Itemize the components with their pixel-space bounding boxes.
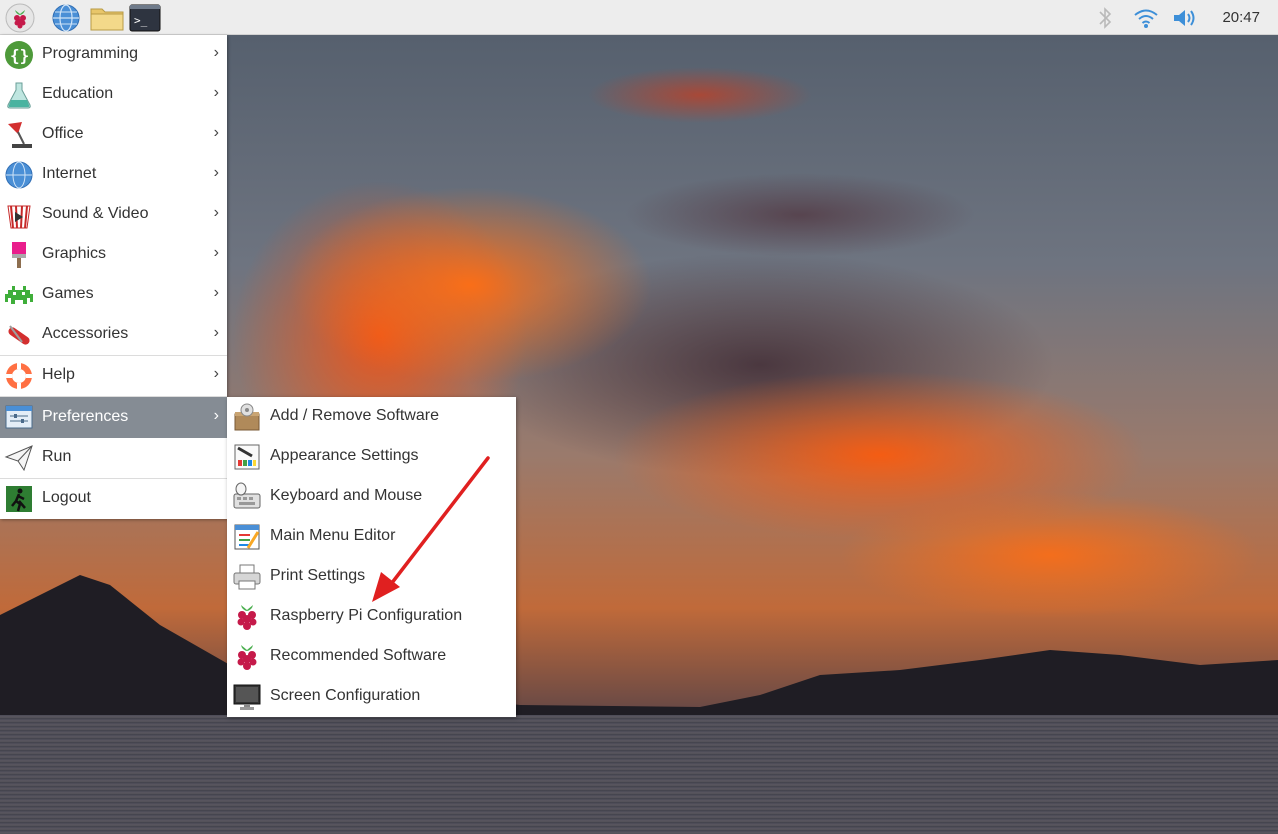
menu-item-label: Office <box>42 125 84 142</box>
submenu-item-label: Add / Remove Software <box>270 407 439 424</box>
menu-editor-icon <box>232 522 262 552</box>
terminal-icon[interactable]: >_ <box>129 3 161 33</box>
chevron-right-icon: › <box>213 324 219 341</box>
clock[interactable]: 20:47 <box>1222 9 1260 26</box>
chevron-right-icon: › <box>213 365 219 382</box>
menu-item-label: Programming <box>42 45 139 62</box>
submenu-item-label: Recommended Software <box>270 647 447 664</box>
menu-item-label: Accessories <box>42 325 129 342</box>
programming-icon: {} <box>4 40 34 70</box>
education-icon <box>4 80 34 110</box>
menu-item-help[interactable]: Help › <box>0 356 227 396</box>
menu-item-graphics[interactable]: Graphics › <box>0 235 227 275</box>
mountains-silhouette <box>0 575 1278 725</box>
menu-item-internet[interactable]: Internet › <box>0 155 227 195</box>
menu-item-logout[interactable]: Logout <box>0 479 227 519</box>
submenu-item-label: Screen Configuration <box>270 687 421 704</box>
games-icon <box>4 280 34 310</box>
web-browser-icon[interactable] <box>51 3 81 33</box>
internet-icon <box>4 160 34 190</box>
taskbar: >_ 20:47 <box>0 0 1278 35</box>
menu-item-run[interactable]: Run <box>0 438 227 479</box>
chevron-right-icon: › <box>213 84 219 101</box>
package-icon <box>232 402 262 432</box>
menu-item-label: Education <box>42 85 114 102</box>
annotation-arrow <box>372 456 490 602</box>
chevron-right-icon: › <box>213 44 219 61</box>
appearance-icon <box>232 442 262 472</box>
chevron-right-icon: › <box>213 164 219 181</box>
keyboard-mouse-icon <box>232 482 262 512</box>
menu-item-label: Games <box>42 285 94 302</box>
monitor-icon <box>232 682 262 712</box>
raspberry-icon <box>232 602 262 632</box>
menu-item-label: Sound & Video <box>42 205 149 222</box>
chevron-right-icon: › <box>213 204 219 221</box>
main-menu: {} Programming › Education › Office › In… <box>0 35 227 519</box>
svg-text:>_: >_ <box>134 14 148 27</box>
menu-item-education[interactable]: Education › <box>0 75 227 115</box>
menu-item-accessories[interactable]: Accessories › <box>0 315 227 355</box>
menu-item-label: Internet <box>42 165 97 182</box>
chevron-right-icon: › <box>213 407 219 424</box>
raspberry-icon <box>232 642 262 672</box>
volume-icon[interactable] <box>1172 6 1200 35</box>
wifi-icon[interactable] <box>1132 6 1160 35</box>
menu-item-label: Help <box>42 366 75 383</box>
menu-item-label: Run <box>42 448 72 465</box>
menu-item-label: Logout <box>42 489 91 506</box>
menu-item-games[interactable]: Games › <box>0 275 227 315</box>
submenu-item-recommended-software[interactable]: Recommended Software <box>227 637 516 677</box>
preferences-icon <box>4 402 34 432</box>
help-icon <box>4 361 34 391</box>
bluetooth-icon[interactable] <box>1096 6 1114 35</box>
chevron-right-icon: › <box>213 244 219 261</box>
file-manager-icon[interactable] <box>90 3 124 33</box>
run-icon <box>4 443 34 473</box>
chevron-right-icon: › <box>213 124 219 141</box>
menu-item-label: Preferences <box>42 408 129 425</box>
menu-item-programming[interactable]: {} Programming › <box>0 35 227 75</box>
svg-text:{}: {} <box>10 46 29 65</box>
accessories-icon <box>4 320 34 350</box>
submenu-item-screen-configuration[interactable]: Screen Configuration <box>227 677 516 717</box>
printer-icon <box>232 562 262 592</box>
office-icon <box>4 120 34 150</box>
menu-item-preferences[interactable]: Preferences › <box>0 397 227 438</box>
lake-water <box>0 715 1278 834</box>
chevron-right-icon: › <box>213 284 219 301</box>
menu-item-label: Graphics <box>42 245 107 262</box>
menu-item-office[interactable]: Office › <box>0 115 227 155</box>
submenu-item-add-remove-software[interactable]: Add / Remove Software <box>227 397 516 437</box>
raspberry-menu-icon[interactable] <box>5 3 35 33</box>
sound-video-icon <box>4 200 34 230</box>
graphics-icon <box>4 240 34 270</box>
menu-item-sound-video[interactable]: Sound & Video › <box>0 195 227 235</box>
logout-icon <box>4 484 34 514</box>
